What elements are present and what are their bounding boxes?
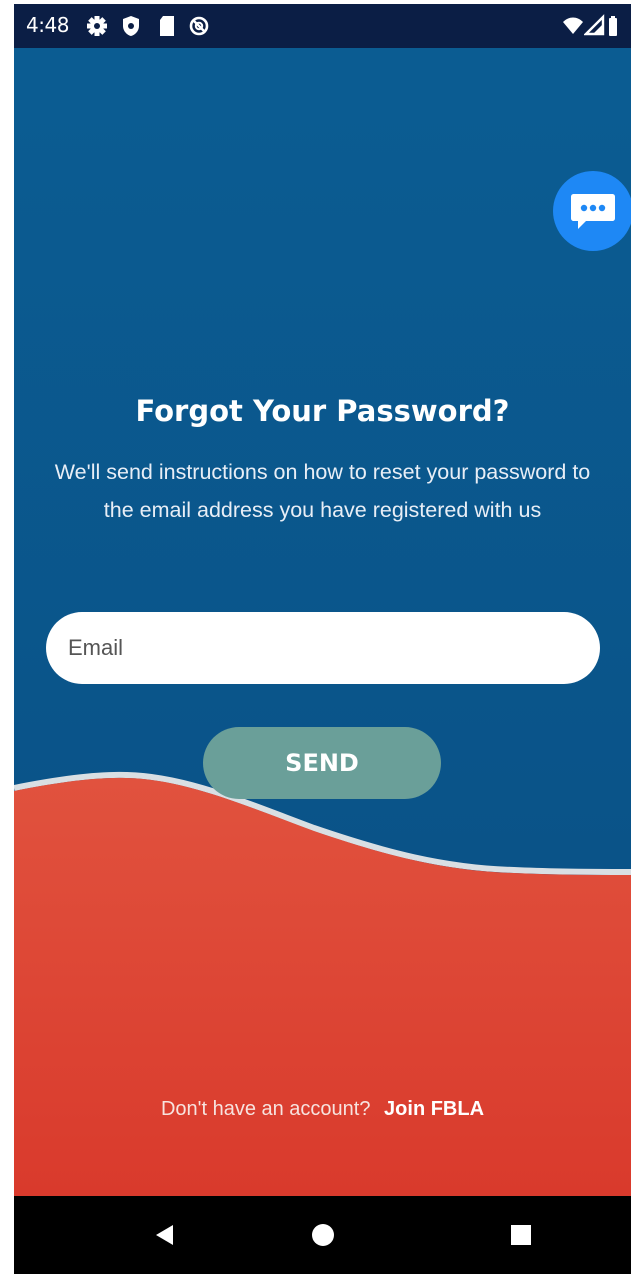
chat-button[interactable] [553, 171, 631, 251]
email-field[interactable] [46, 612, 600, 684]
navigation-bar [14, 1196, 631, 1274]
sd-card-icon [156, 14, 178, 38]
back-button[interactable] [120, 1196, 210, 1274]
wifi-icon [562, 14, 584, 38]
recents-button[interactable] [476, 1196, 566, 1274]
send-button[interactable]: SEND [203, 727, 441, 799]
shield-icon [120, 14, 142, 38]
signal-icon [583, 14, 606, 38]
home-icon [312, 1224, 334, 1246]
status-time: 4:48 [26, 13, 69, 37]
status-bar: 4:48 [14, 4, 631, 48]
chat-bubble-icon [571, 194, 615, 229]
phone-frame: 4:48 Forgot Your Password? We'll send in… [14, 4, 631, 1274]
battery-icon [606, 14, 620, 38]
settings-icon [86, 14, 108, 38]
signup-prompt: Don't have an account? [160, 1098, 371, 1120]
page-description: We'll send instructions on how to reset … [54, 460, 591, 522]
no-sync-icon [188, 14, 210, 38]
signup-row: Don't have an account? Join FBLA [14, 1098, 631, 1121]
back-icon [156, 1225, 173, 1245]
screen: 4:48 Forgot Your Password? We'll send in… [14, 4, 631, 1196]
recents-icon [511, 1225, 531, 1245]
home-button[interactable] [278, 1196, 368, 1274]
background-wave [14, 4, 631, 1196]
join-fbla-link[interactable]: Join FBLA [384, 1098, 484, 1120]
page-title: Forgot Your Password? [135, 394, 510, 428]
